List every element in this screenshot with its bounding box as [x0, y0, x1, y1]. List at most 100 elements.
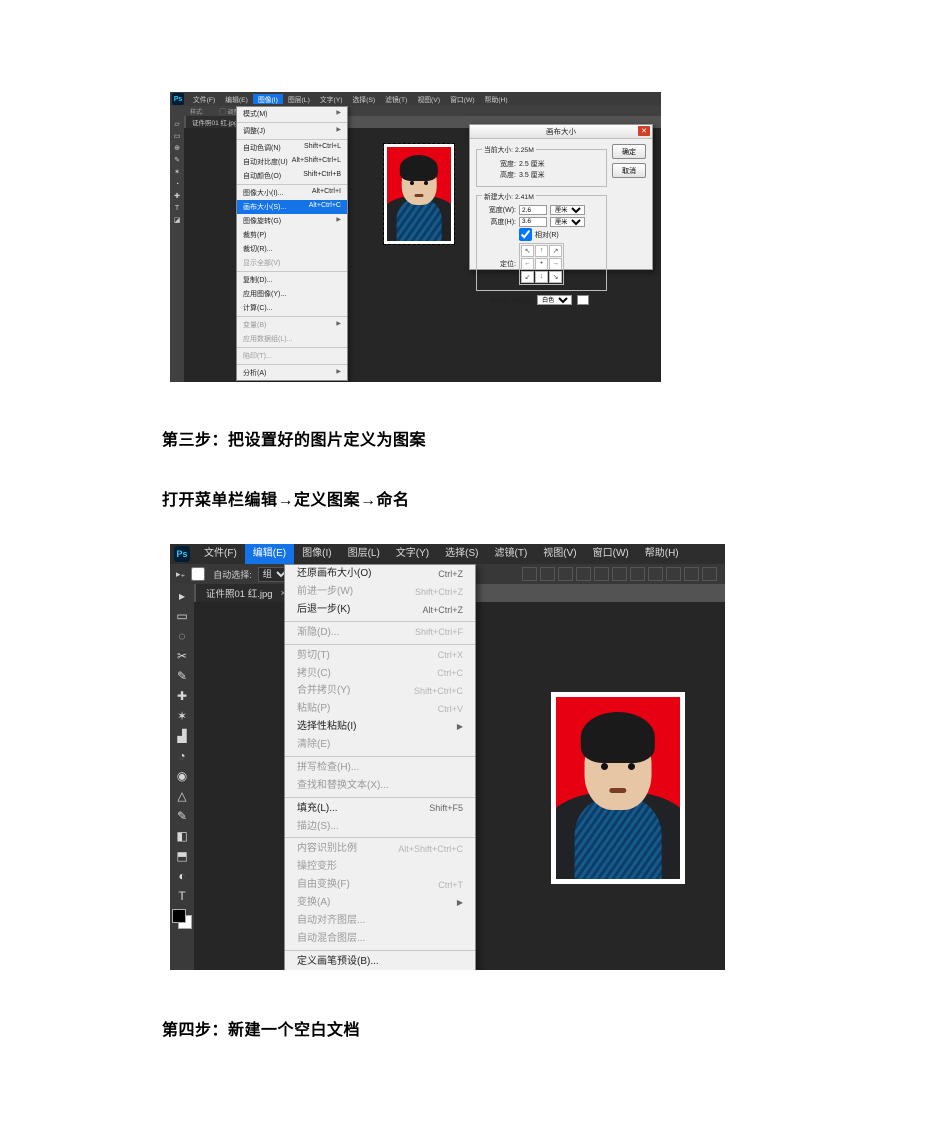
menu-item: 操控变形 — [285, 858, 475, 876]
menu-view[interactable]: 视图(V) — [412, 94, 445, 104]
extension-color-swatch[interactable] — [577, 295, 589, 305]
align-icon[interactable] — [540, 567, 555, 581]
tool-pen[interactable]: ⬒ — [172, 846, 192, 866]
align-icon[interactable] — [612, 567, 627, 581]
extension-color-label: 画布扩展颜色: — [476, 295, 534, 305]
document-tab[interactable]: 证件照01 红.jpg × — [196, 584, 296, 602]
tool-eraser[interactable]: ◉ — [172, 766, 192, 786]
tool-path[interactable]: ◐ — [172, 866, 192, 886]
tool-generic[interactable]: ◪ — [172, 215, 182, 225]
menu-item[interactable]: 还原画布大小(O)Ctrl+Z — [285, 565, 475, 583]
tool-blur[interactable]: ✎ — [172, 806, 192, 826]
close-icon[interactable]: ✕ — [638, 126, 650, 136]
menu-item[interactable]: 裁剪(P) — [237, 228, 347, 242]
new-width-input[interactable] — [519, 205, 547, 215]
menu-item[interactable]: 裁切(R)... — [237, 242, 347, 256]
figure-edit-menu-define-pattern: Ps 文件(F) 编辑(E) 图像(I) 图层(L) 文字(Y) 选择(S) 滤… — [170, 544, 725, 970]
align-icon[interactable] — [666, 567, 681, 581]
align-icon[interactable] — [702, 567, 717, 581]
tool-history[interactable]: ◔ — [172, 746, 192, 766]
menu-item[interactable]: 后退一步(K)Alt+Ctrl+Z — [285, 601, 475, 619]
menu-edit[interactable]: 编辑(E) — [220, 94, 253, 104]
tool-marquee[interactable]: ▭ — [172, 606, 192, 626]
tool-generic[interactable]: ⊕ — [172, 143, 182, 153]
menu-image[interactable]: 图像(I) — [294, 544, 339, 564]
menu-item[interactable]: 模式(M) — [237, 107, 347, 121]
tool-generic[interactable]: ✶ — [172, 167, 182, 177]
align-icon[interactable] — [558, 567, 573, 581]
anchor-grid[interactable]: ↖↑↗ ←•→ ↙↓↘ — [519, 243, 564, 285]
tool-heal[interactable]: ✚ — [172, 686, 192, 706]
tool-dodge[interactable]: ◧ — [172, 826, 192, 846]
tool-generic[interactable]: ▱ — [172, 119, 182, 129]
menu-image[interactable]: 图像(I) — [253, 94, 283, 104]
relative-label: 相对(R) — [535, 230, 559, 240]
menu-select[interactable]: 选择(S) — [437, 544, 486, 564]
menu-window[interactable]: 窗口(W) — [585, 544, 637, 564]
menu-item[interactable]: 选择性粘贴(I) — [285, 718, 475, 736]
menu-file[interactable]: 文件(F) — [196, 544, 245, 564]
cancel-button[interactable]: 取消 — [612, 163, 646, 178]
tool-gradient[interactable]: △ — [172, 786, 192, 806]
menu-item: 拷贝(C)Ctrl+C — [285, 664, 475, 682]
menu-item[interactable]: 填充(L)...Shift+F5 — [285, 800, 475, 818]
tool-generic[interactable]: ✎ — [172, 155, 182, 165]
relative-checkbox[interactable] — [519, 228, 532, 241]
tool-move[interactable]: ▸ — [172, 586, 192, 606]
tool-generic[interactable]: ◔ — [172, 179, 182, 189]
new-size-group: 新建大小: 2.41M 宽度(W): 厘米 高度(H): 厘米 相对(R) — [476, 191, 607, 292]
menu-item[interactable]: 自动色调(N)Shift+Ctrl+L — [237, 141, 347, 155]
menu-item[interactable]: 计算(C)... — [237, 301, 347, 315]
menu-help[interactable]: 帮助(H) — [637, 544, 687, 564]
menu-item[interactable]: 复制(D)... — [237, 273, 347, 287]
color-swatch[interactable] — [172, 909, 192, 929]
menu-item[interactable]: 定义画笔预设(B)... — [285, 953, 475, 971]
tool-lasso[interactable]: ◌ — [172, 626, 192, 646]
tool-crop[interactable]: ✂ — [172, 646, 192, 666]
menu-help[interactable]: 帮助(H) — [480, 94, 513, 104]
menu-item[interactable]: 自动对比度(U)Alt+Shift+Ctrl+L — [237, 155, 347, 169]
tool-generic[interactable]: ✚ — [172, 191, 182, 201]
ok-button[interactable]: 确定 — [612, 144, 646, 159]
cur-height-value: 3.5 厘米 — [519, 170, 545, 180]
height-unit-select[interactable]: 厘米 — [550, 217, 585, 227]
menu-item[interactable]: 调整(J) — [237, 124, 347, 138]
tool-eyedrop[interactable]: ✎ — [172, 666, 192, 686]
menu-layer[interactable]: 图层(L) — [340, 544, 388, 564]
align-icon[interactable] — [648, 567, 663, 581]
tool-generic[interactable]: T — [172, 203, 182, 213]
menu-file[interactable]: 文件(F) — [188, 94, 220, 104]
menu-edit[interactable]: 编辑(E) — [245, 544, 294, 564]
auto-select-checkbox[interactable] — [191, 567, 205, 581]
menu-filter[interactable]: 滤镜(T) — [380, 94, 412, 104]
align-icon[interactable] — [576, 567, 591, 581]
menu-type[interactable]: 文字(Y) — [388, 544, 437, 564]
align-icon[interactable] — [630, 567, 645, 581]
menu-item[interactable]: 图像旋转(G) — [237, 214, 347, 228]
align-icon[interactable] — [594, 567, 609, 581]
tool-type[interactable]: T — [172, 886, 192, 906]
image-menu-dropdown[interactable]: 模式(M) 调整(J) 自动色调(N)Shift+Ctrl+L自动对比度(U)Alt… — [236, 106, 348, 381]
edit-menu-dropdown[interactable]: 还原画布大小(O)Ctrl+Z前进一步(W)Shift+Ctrl+Z后退一步(K… — [284, 564, 476, 970]
menu-item[interactable]: 应用图像(Y)... — [237, 287, 347, 301]
extension-color-select[interactable]: 白色 — [537, 295, 572, 305]
menu-window[interactable]: 窗口(W) — [445, 94, 480, 104]
width-unit-select[interactable]: 厘米 — [550, 205, 585, 215]
menu-item[interactable]: 分析(A) — [237, 366, 347, 380]
tool-brush[interactable]: ✶ — [172, 706, 192, 726]
step-3-subheading: 打开菜单栏编辑→定义图案→命名 — [162, 486, 785, 510]
menu-layer[interactable]: 图层(L) — [283, 94, 315, 104]
align-icon[interactable] — [522, 567, 537, 581]
menu-item[interactable]: 画布大小(S)...Alt+Ctrl+C — [237, 200, 347, 214]
move-tool-icon[interactable]: ▸₊ — [176, 569, 185, 580]
align-icon[interactable] — [684, 567, 699, 581]
new-height-input[interactable] — [519, 217, 547, 227]
menu-view[interactable]: 视图(V) — [535, 544, 584, 564]
tool-generic[interactable]: ▭ — [172, 131, 182, 141]
tool-stamp[interactable]: ▟ — [172, 726, 192, 746]
menu-select[interactable]: 选择(S) — [348, 94, 381, 104]
menu-filter[interactable]: 滤镜(T) — [487, 544, 536, 564]
menu-item[interactable]: 图像大小(I)...Alt+Ctrl+I — [237, 186, 347, 200]
menu-type[interactable]: 文字(Y) — [315, 94, 348, 104]
menu-item[interactable]: 自动颜色(O)Shift+Ctrl+B — [237, 169, 347, 183]
